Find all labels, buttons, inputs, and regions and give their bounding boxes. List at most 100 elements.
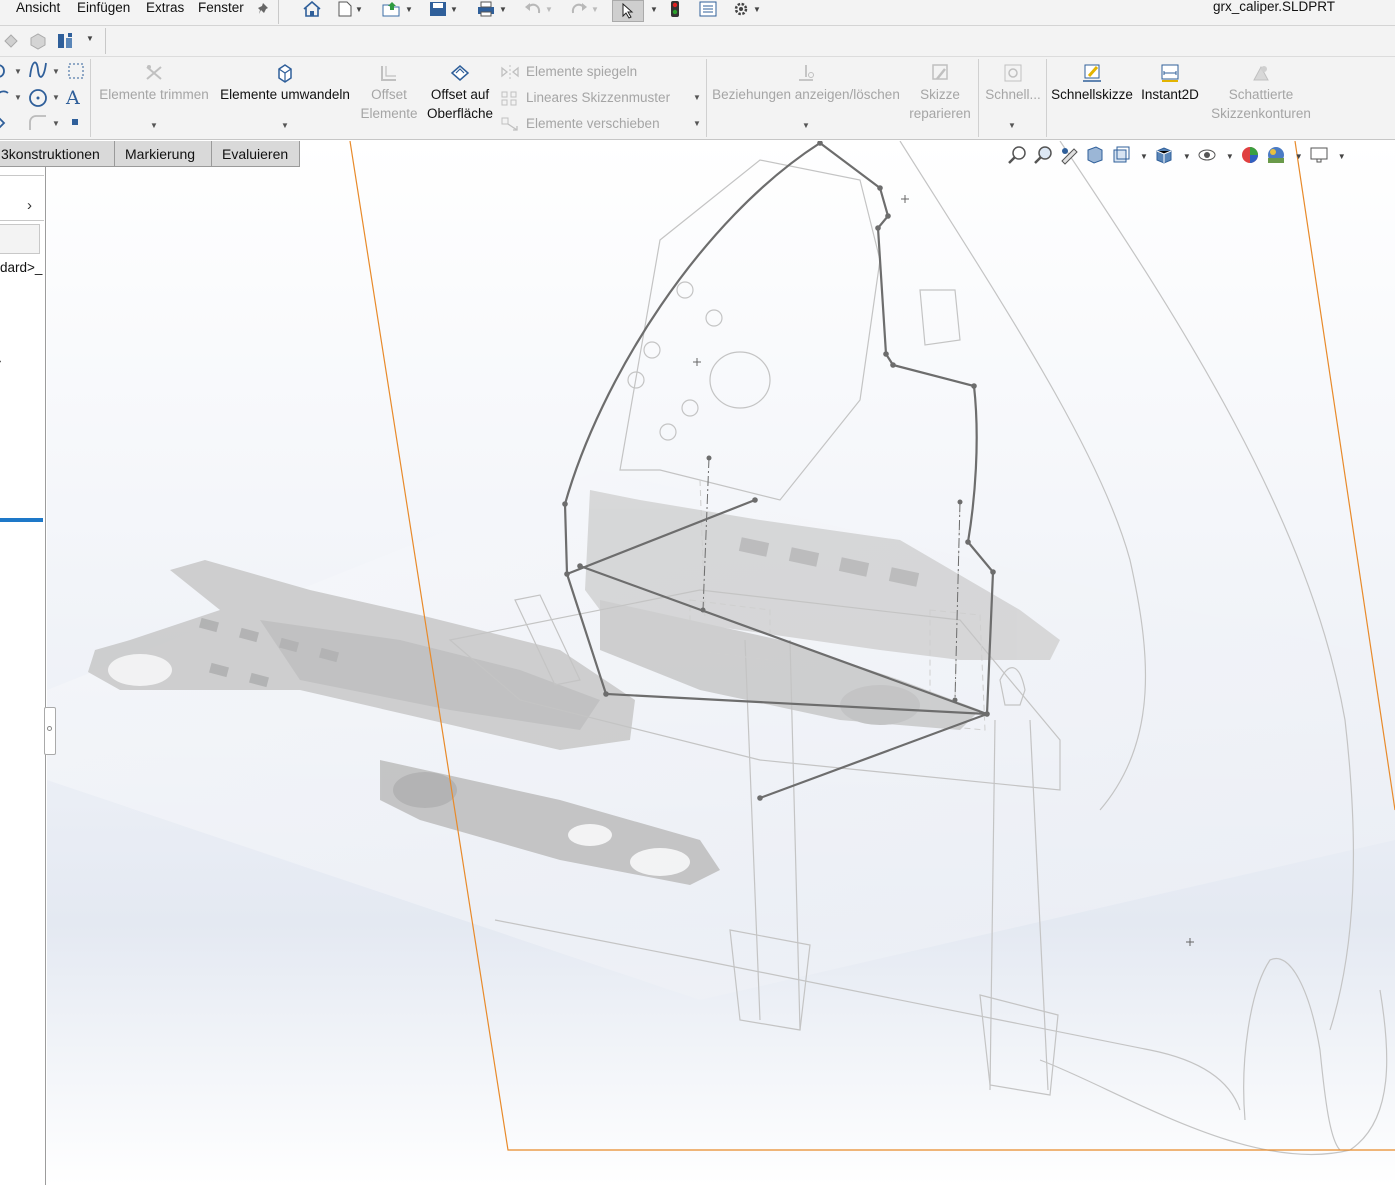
- view-orientation-icon[interactable]: [1111, 145, 1131, 168]
- display-delete-relations-button[interactable]: Beziehungen anzeigen/löschen: [710, 63, 902, 104]
- shaded-sketch-contours-button[interactable]: Schattierte Skizzenkonturen: [1206, 63, 1316, 123]
- tab-evaluieren[interactable]: Evaluieren: [211, 141, 300, 167]
- panel-splitter-handle[interactable]: [44, 707, 56, 755]
- pin-icon[interactable]: [258, 0, 272, 18]
- display-style-dropdown-icon[interactable]: ▼: [1183, 152, 1191, 161]
- arc-dropdown-icon[interactable]: ▼: [14, 93, 22, 102]
- repair-sketch-button[interactable]: Skizze reparieren: [904, 63, 976, 123]
- save-icon[interactable]: ▼: [429, 0, 458, 18]
- tree-arrow-icon[interactable]: ›: [0, 356, 1, 367]
- edit-appearance-icon[interactable]: [1240, 145, 1260, 168]
- repair-sketch-icon: [932, 64, 948, 80]
- move-entities-button[interactable]: Elemente verschieben: [500, 113, 660, 135]
- move-dropdown-icon[interactable]: ▼: [693, 119, 701, 128]
- trim-dropdown-icon[interactable]: ▼: [150, 121, 158, 130]
- panel-dropdown-icon[interactable]: ▼: [86, 34, 94, 43]
- ellipse-icon[interactable]: [28, 88, 48, 111]
- model-view[interactable]: [47, 141, 1395, 1185]
- quick-snaps-icon: [1004, 64, 1022, 82]
- relations-dropdown-icon[interactable]: ▼: [802, 121, 810, 130]
- select-cursor-icon[interactable]: [612, 0, 644, 22]
- open-document-icon[interactable]: ▼: [382, 0, 413, 18]
- section-view-icon[interactable]: [1085, 145, 1105, 168]
- spline-type-dropdown-icon[interactable]: ▼: [52, 67, 60, 76]
- display-delete-relations-label: Beziehungen anzeigen/löschen: [712, 87, 900, 102]
- fillet-icon[interactable]: [28, 114, 48, 135]
- repair-sketch-label-2: reparieren: [909, 106, 971, 121]
- quick-snaps-dropdown-icon[interactable]: ▼: [1008, 121, 1016, 130]
- sketch-ribbon: ▼ ▼ ▼ ▼ A ▼ Elemente trimmen ▼ Elemente …: [0, 57, 1395, 140]
- offset-entities-label-1: Offset: [371, 87, 407, 102]
- fillet-dropdown-icon[interactable]: ▼: [52, 119, 60, 128]
- ellipse-dropdown-icon[interactable]: ▼: [52, 93, 60, 102]
- instant2d-icon: [1161, 64, 1179, 82]
- quick-snaps-button[interactable]: Schnell...: [982, 63, 1044, 104]
- feature-manager-panel: › dard>_ ›: [0, 167, 56, 1185]
- quick-snaps-label: Schnell...: [985, 87, 1041, 102]
- convert-entities-button[interactable]: Elemente umwandeln: [217, 63, 353, 104]
- instant2d-button[interactable]: Instant2D: [1136, 63, 1204, 104]
- zoom-to-area-icon[interactable]: [1033, 145, 1053, 168]
- chevron-right-icon[interactable]: ›: [27, 197, 32, 214]
- offset-on-surface-button[interactable]: Offset auf Oberfläche: [424, 63, 496, 123]
- shaded-contours-label-2: Skizzenkonturen: [1211, 106, 1311, 121]
- previous-view-icon[interactable]: [1059, 145, 1079, 168]
- menu-fenster[interactable]: Fenster: [198, 0, 244, 16]
- hide-show-items-icon[interactable]: [1197, 145, 1217, 168]
- tab-sketch-constructions[interactable]: 3konstruktionen: [0, 141, 115, 167]
- view-settings-dropdown-icon[interactable]: ▼: [1338, 152, 1346, 161]
- print-icon[interactable]: ▼: [476, 0, 507, 18]
- offset-entities-label-2: Elemente: [360, 106, 418, 121]
- menu-ansicht[interactable]: Ansicht: [16, 0, 60, 16]
- convert-dropdown-icon[interactable]: ▼: [281, 121, 289, 130]
- repair-sketch-label-1: Skizze: [920, 87, 960, 102]
- graphics-viewport[interactable]: ▼ ▼ ▼ ▼ ▼: [47, 141, 1395, 1185]
- rapid-sketch-button[interactable]: Schnellskizze: [1050, 63, 1134, 104]
- offset-on-surface-icon: [450, 65, 470, 81]
- feature-manager-icon[interactable]: [2, 32, 20, 53]
- linear-pattern-button[interactable]: Lineares Skizzenmuster: [500, 87, 670, 109]
- polygon-partial-icon[interactable]: [0, 115, 8, 134]
- text-icon[interactable]: A: [66, 87, 80, 109]
- options-gear-icon[interactable]: ▼: [732, 0, 761, 18]
- select-dropdown-icon[interactable]: ▼: [647, 0, 658, 18]
- trim-entities-button[interactable]: Elemente trimmen: [95, 63, 213, 104]
- move-entities-label: Elemente verschieben: [526, 116, 660, 131]
- property-manager-icon[interactable]: [29, 32, 47, 53]
- display-style-icon[interactable]: [1154, 145, 1174, 168]
- convert-entities-icon: [278, 64, 292, 83]
- home-icon[interactable]: [302, 0, 322, 18]
- configuration-label: dard>_: [0, 260, 43, 275]
- file-properties-icon[interactable]: [699, 0, 717, 18]
- menu-einfuegen[interactable]: Einfügen: [77, 0, 130, 16]
- offset-entities-button[interactable]: Offset Elemente: [358, 63, 420, 123]
- mirror-entities-button[interactable]: Elemente spiegeln: [500, 61, 637, 83]
- spline-icon[interactable]: [28, 61, 48, 82]
- view-settings-icon[interactable]: [1309, 145, 1329, 168]
- trim-entities-label: Elemente trimmen: [99, 87, 209, 102]
- pattern-dropdown-icon[interactable]: ▼: [693, 93, 701, 102]
- spline-dropdown-icon[interactable]: ▼: [14, 67, 22, 76]
- arc-partial-icon[interactable]: [0, 89, 10, 108]
- trim-icon: [146, 65, 162, 80]
- apply-scene-icon[interactable]: [1266, 145, 1286, 168]
- menu-extras[interactable]: Extras: [146, 0, 184, 16]
- apply-scene-dropdown-icon[interactable]: ▼: [1295, 152, 1303, 161]
- shaded-contours-icon: [1253, 65, 1269, 81]
- configuration-manager-icon[interactable]: [56, 31, 76, 54]
- zoom-to-fit-icon[interactable]: [1007, 145, 1027, 168]
- rapid-sketch-icon: [1083, 64, 1101, 82]
- tab-markierung[interactable]: Markierung: [114, 141, 212, 167]
- new-document-icon[interactable]: ▼: [338, 0, 363, 18]
- construction-geometry-icon[interactable]: [67, 62, 85, 83]
- spline-partial-icon[interactable]: [0, 63, 10, 82]
- view-orientation-dropdown-icon[interactable]: ▼: [1140, 152, 1148, 161]
- panel-expand-row[interactable]: ›: [0, 195, 44, 221]
- linear-pattern-label: Lineares Skizzenmuster: [526, 90, 671, 105]
- offset-on-surface-label-1: Offset auf: [430, 87, 490, 102]
- linear-pattern-icon: [501, 91, 517, 106]
- hide-show-dropdown-icon[interactable]: ▼: [1226, 152, 1234, 161]
- point-icon[interactable]: [72, 119, 78, 125]
- rebuild-icon[interactable]: [668, 0, 682, 18]
- filter-input[interactable]: [0, 224, 40, 254]
